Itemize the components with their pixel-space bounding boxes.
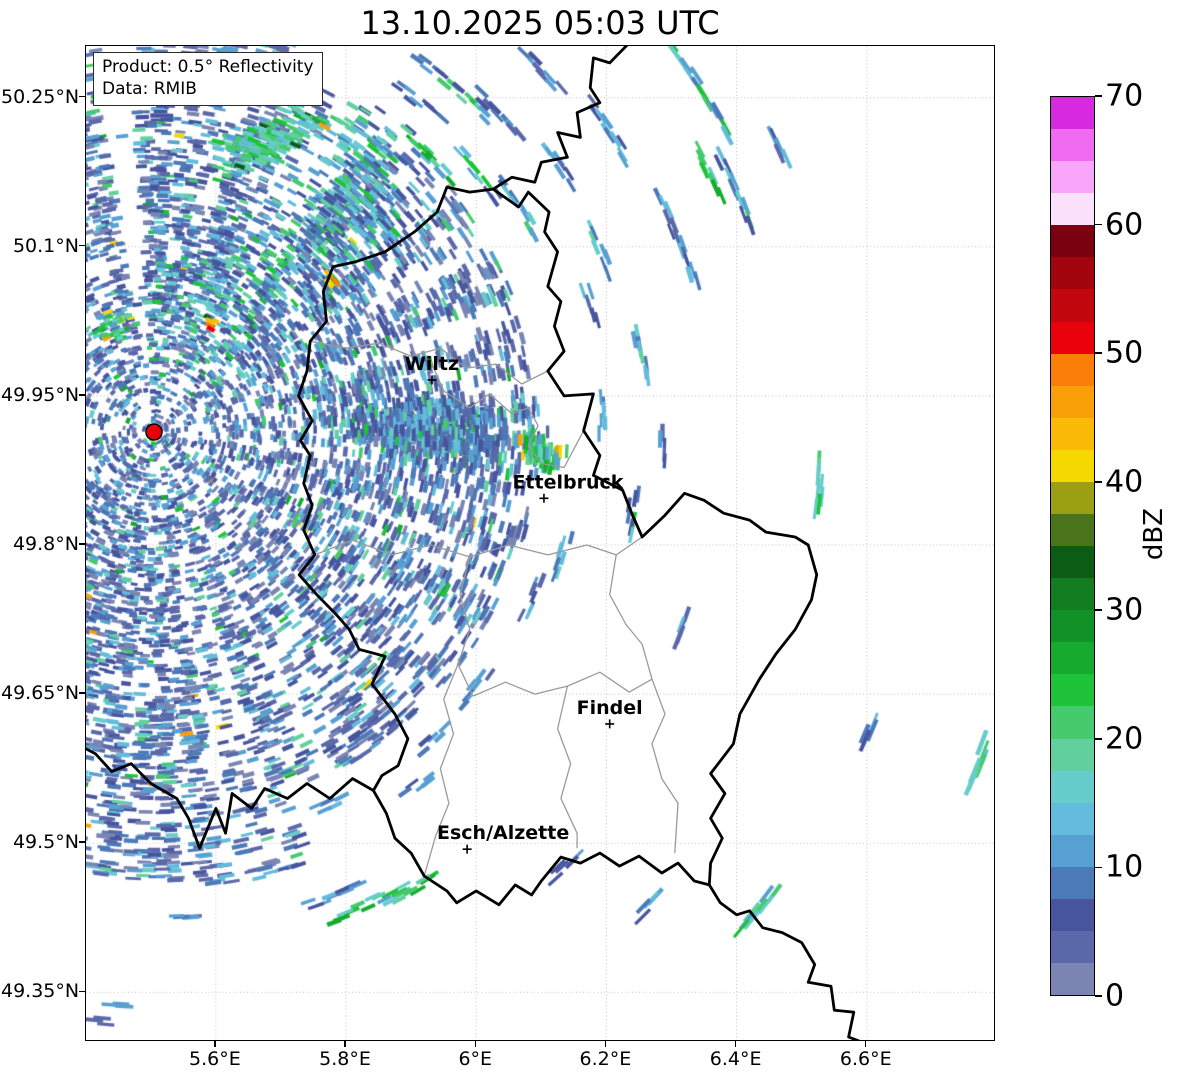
radar-figure: 13.10.2025 05:03 UTC Wiltz Ettelbruck Find… [0,0,1184,1081]
colorbar-tickmark [1095,223,1102,226]
colorbar-segment [1051,866,1094,899]
colorbar [1050,96,1095,996]
colorbar-segment [1051,161,1094,194]
colorbar-segment [1051,963,1094,996]
colorbar-segment [1051,257,1094,290]
colorbar-segment [1051,898,1094,932]
y-axis-tickmark [79,990,85,992]
radar-site-marker [145,423,163,441]
product-info-box: Product: 0.5° Reflectivity Data: RMIB [93,52,323,106]
colorbar-segment [1051,481,1094,515]
x-axis-tickmark [865,1041,867,1047]
y-tick-label: 50.25°N [1,85,80,108]
city-label: Esch/Alzette [437,822,569,844]
colorbar-segment [1051,417,1094,450]
colorbar-tickmark [1095,866,1102,869]
colorbar-tickmark [1095,995,1102,997]
colorbar-tickmark [1095,609,1102,612]
colorbar-segment [1051,770,1094,803]
country-border [491,46,629,191]
country-border [297,185,495,792]
colorbar-segment [1051,578,1094,611]
city-label: Ettelbruck [512,471,623,493]
x-axis-tickmark [474,1041,476,1047]
colorbar-tick-label: 40 [1105,464,1144,500]
city-label: Findel [577,697,643,719]
colorbar-segment [1051,674,1094,707]
map-area: Wiltz Ettelbruck Findel Esch/Alzette Produc… [85,45,995,1041]
colorbar-segment [1051,931,1094,964]
x-axis-tickmark [344,1041,346,1047]
colorbar-segment [1051,193,1094,226]
y-axis-tickmark [79,543,85,545]
y-axis-tickmark [79,841,85,843]
colorbar-segment [1051,706,1094,739]
colorbar-tickmark [1095,480,1102,483]
product-label: Product: 0.5° Reflectivity [102,57,314,77]
colorbar-tick-label: 10 [1105,849,1144,885]
y-tick-label: 49.65°N [1,682,80,705]
x-tick-label: 5.8°E [319,1048,371,1070]
colorbar-tickmark [1095,738,1102,740]
country-border [86,747,375,850]
x-axis-tickmark [734,1041,737,1047]
y-tick-label: 49.8°N [12,532,79,555]
colorbar-segment [1051,514,1094,547]
y-axis-tickmark [79,245,85,247]
colorbar-segment [1051,385,1094,418]
x-axis-tickmark [214,1041,216,1047]
y-axis-tickmark [79,394,85,396]
y-tick-label: 50.1°N [12,234,79,257]
x-axis-tickmark [604,1041,607,1047]
colorbar-segment [1051,546,1094,579]
colorbar-tick-label: 20 [1105,721,1144,757]
colorbar-tickmark [1095,352,1102,354]
colorbar-unit-label: dBZ [1139,508,1169,561]
colorbar-segment [1051,834,1094,867]
district-border [472,671,653,697]
country-border [491,187,819,887]
figure-title: 13.10.2025 05:03 UTC [360,4,720,42]
colorbar-segment [1051,353,1094,386]
colorbar-segment [1051,738,1094,771]
y-axis-tickmark [79,95,85,98]
country-border [372,789,711,907]
colorbar-segment [1051,802,1094,835]
district-border [423,664,459,877]
colorbar-tick-label: 50 [1105,335,1144,371]
colorbar-segment [1051,129,1094,162]
x-tick-label: 6.4°E [709,1048,762,1070]
y-tick-label: 49.95°N [1,383,80,406]
city-marker [605,719,615,729]
colorbar-segment [1051,97,1094,130]
y-tick-label: 49.5°N [12,831,79,854]
country-border [707,883,861,1040]
city-label: Wiltz [405,353,459,375]
map-overlay: Wiltz Ettelbruck Findel Esch/Alzette [86,46,861,1040]
colorbar-segment [1051,642,1094,675]
x-tick-label: 6.6°E [839,1048,892,1070]
colorbar-segment [1051,610,1094,643]
district-border [314,536,643,558]
x-tick-label: 5.6°E [188,1048,241,1070]
colorbar-tick-label: 60 [1105,207,1144,243]
colorbar-tick-label: 0 [1105,978,1125,1014]
colorbar-segment [1051,225,1094,258]
colorbar-segment [1051,321,1094,354]
district-border [457,556,474,697]
colorbar-tick-label: 70 [1105,78,1144,114]
colorbar-segment [1051,449,1094,482]
x-tick-label: 6.2°E [579,1048,632,1070]
data-source-label: Data: RMIB [102,79,197,100]
district-border [430,360,585,469]
city-marker [462,844,472,854]
colorbar-tickmark [1095,95,1102,97]
x-tick-label: 6°E [458,1048,493,1070]
colorbar-tick-label: 30 [1105,592,1144,628]
colorbar-segment [1051,289,1094,322]
city-marker [539,493,549,503]
y-tick-label: 49.35°N [1,980,80,1003]
city-marker [427,375,437,385]
y-axis-tickmark [79,692,85,694]
